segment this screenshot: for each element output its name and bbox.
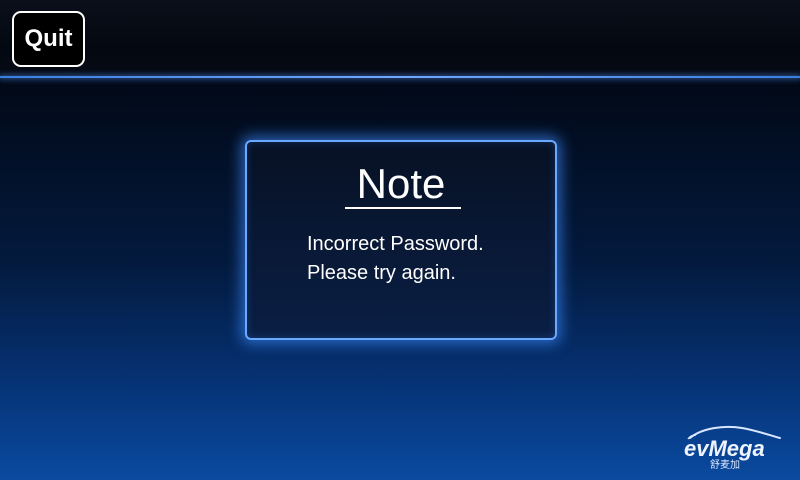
message-line-1: Incorrect Password. (307, 233, 484, 255)
message-line-2: Please try again. (307, 262, 456, 284)
dialog-title: Note (356, 160, 446, 207)
dialog-message: Incorrect Password. Please try again. (307, 230, 484, 288)
top-bar: Quit (0, 0, 800, 78)
quit-button[interactable]: Quit (12, 11, 85, 67)
logo-brand-text: evMega (684, 436, 765, 461)
logo-subtitle-text: 舒麦加 (710, 458, 740, 470)
note-dialog: Note Incorrect Password. Please try agai… (245, 140, 557, 340)
evmega-logo: evMega 舒麦加 (684, 425, 781, 470)
title-underline (345, 207, 461, 209)
